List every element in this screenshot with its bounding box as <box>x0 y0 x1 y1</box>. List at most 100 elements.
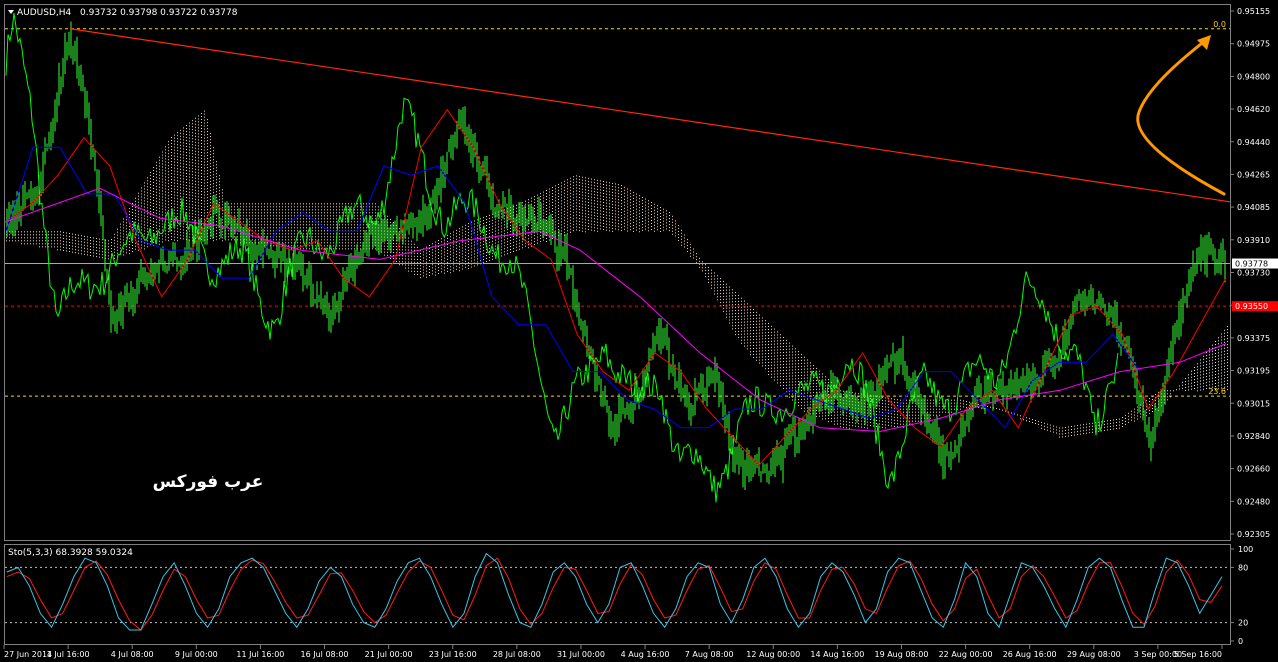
cloud-dot <box>303 218 304 220</box>
cloud-dot <box>282 215 283 217</box>
cloud-dot <box>339 245 340 247</box>
cloud-dot <box>633 206 634 208</box>
cloud-dot <box>903 420 904 422</box>
cloud-dot <box>153 200 154 201</box>
cloud-dot <box>270 230 271 232</box>
cloud-dot <box>774 370 775 372</box>
cloud-dot <box>207 212 208 214</box>
cloud-dot <box>720 278 721 280</box>
cloud-dot <box>849 409 850 411</box>
cloud-dot <box>1218 364 1219 366</box>
cloud-dot <box>309 221 310 223</box>
cloud-dot <box>387 215 388 217</box>
cloud-dot <box>204 128 205 130</box>
cloud-dot <box>435 253 436 255</box>
cloud-dot <box>348 236 349 238</box>
cloud-dot <box>180 174 181 176</box>
chart-canvas[interactable]: 0.023.6 0.951550.949750.948000.946200.94… <box>0 0 1278 662</box>
cloud-dot <box>423 266 424 268</box>
cloud-dot <box>486 216 487 217</box>
cloud-dot <box>96 244 97 246</box>
cloud-dot <box>633 221 634 223</box>
cloud-dot <box>306 233 307 235</box>
cloud-dot <box>1209 348 1210 350</box>
cloud-dot <box>771 337 772 339</box>
cloud-dot <box>468 253 469 255</box>
cloud-dot <box>792 348 793 350</box>
cloud-dot <box>78 252 79 254</box>
cloud-dot <box>735 301 736 303</box>
cloud-dot <box>249 215 250 217</box>
cloud-dot <box>66 244 67 246</box>
cloud-dot <box>189 191 190 193</box>
cloud-dot <box>579 203 580 205</box>
cloud-dot <box>660 219 661 220</box>
cloud-dot <box>132 218 133 219</box>
cloud-dot <box>471 257 472 259</box>
cloud-dot <box>906 402 907 404</box>
cloud-dot <box>834 414 835 416</box>
cloud-dot <box>195 216 196 218</box>
cloud-dot <box>807 380 808 382</box>
cloud-dot <box>684 240 685 242</box>
cloud-dot <box>564 219 565 221</box>
cloud-dot <box>198 178 199 180</box>
cloud-dot <box>771 328 772 330</box>
cloud-dot <box>90 255 91 256</box>
cloud-dot <box>552 208 553 209</box>
cloud-dot <box>198 193 199 195</box>
cloud-dot <box>558 192 559 194</box>
cloud-dot <box>636 193 637 195</box>
cloud-dot <box>819 373 820 375</box>
cloud-dot <box>759 359 760 361</box>
cloud-dot <box>453 258 454 260</box>
cloud-dot <box>750 324 751 326</box>
cloud-dot <box>918 411 919 413</box>
cloud-dot <box>312 239 313 241</box>
cloud-dot <box>402 252 403 254</box>
cloud-dot <box>258 239 259 241</box>
cloud-dot <box>504 242 505 244</box>
cloud-dot <box>399 264 400 266</box>
cloud-dot <box>183 175 184 177</box>
cloud-dot <box>1104 423 1105 425</box>
cloud-dot <box>447 267 448 269</box>
cloud-dot <box>324 239 325 241</box>
cloud-dot <box>162 172 163 174</box>
cloud-dot <box>633 227 634 229</box>
cloud-dot <box>186 164 187 165</box>
cloud-dot <box>213 186 214 188</box>
cloud-dot <box>687 248 688 250</box>
cloud-dot <box>627 209 628 211</box>
cloud-dot <box>315 230 316 232</box>
cloud-dot <box>192 207 193 209</box>
cloud-dot <box>1203 379 1204 381</box>
cloud-dot <box>639 222 640 224</box>
cloud-dot <box>789 348 790 350</box>
cloud-dot <box>279 221 280 223</box>
cloud-dot <box>585 204 586 206</box>
cloud-dot <box>759 317 760 319</box>
cloud-dot <box>165 236 166 238</box>
cloud-dot <box>588 219 589 221</box>
cloud-dot <box>342 209 343 211</box>
cloud-dot <box>171 230 172 231</box>
cloud-dot <box>582 176 583 178</box>
cloud-dot <box>1218 337 1219 339</box>
cloud-dot <box>414 252 415 254</box>
cloud-dot <box>144 197 145 199</box>
cloud-dot <box>300 233 301 235</box>
cloud-dot <box>927 408 928 410</box>
cloud-dot <box>1110 429 1111 430</box>
cloud-dot <box>1185 387 1186 389</box>
cloud-dot <box>411 246 412 248</box>
cloud-dot <box>1197 378 1198 380</box>
cloud-dot <box>18 240 19 242</box>
cloud-dot <box>57 249 58 251</box>
cloud-dot <box>204 206 205 208</box>
cloud-dot <box>768 323 769 324</box>
cloud-dot <box>291 230 292 232</box>
cloud-dot <box>774 376 775 378</box>
cloud-dot <box>735 319 736 321</box>
cloud-dot <box>531 233 532 235</box>
